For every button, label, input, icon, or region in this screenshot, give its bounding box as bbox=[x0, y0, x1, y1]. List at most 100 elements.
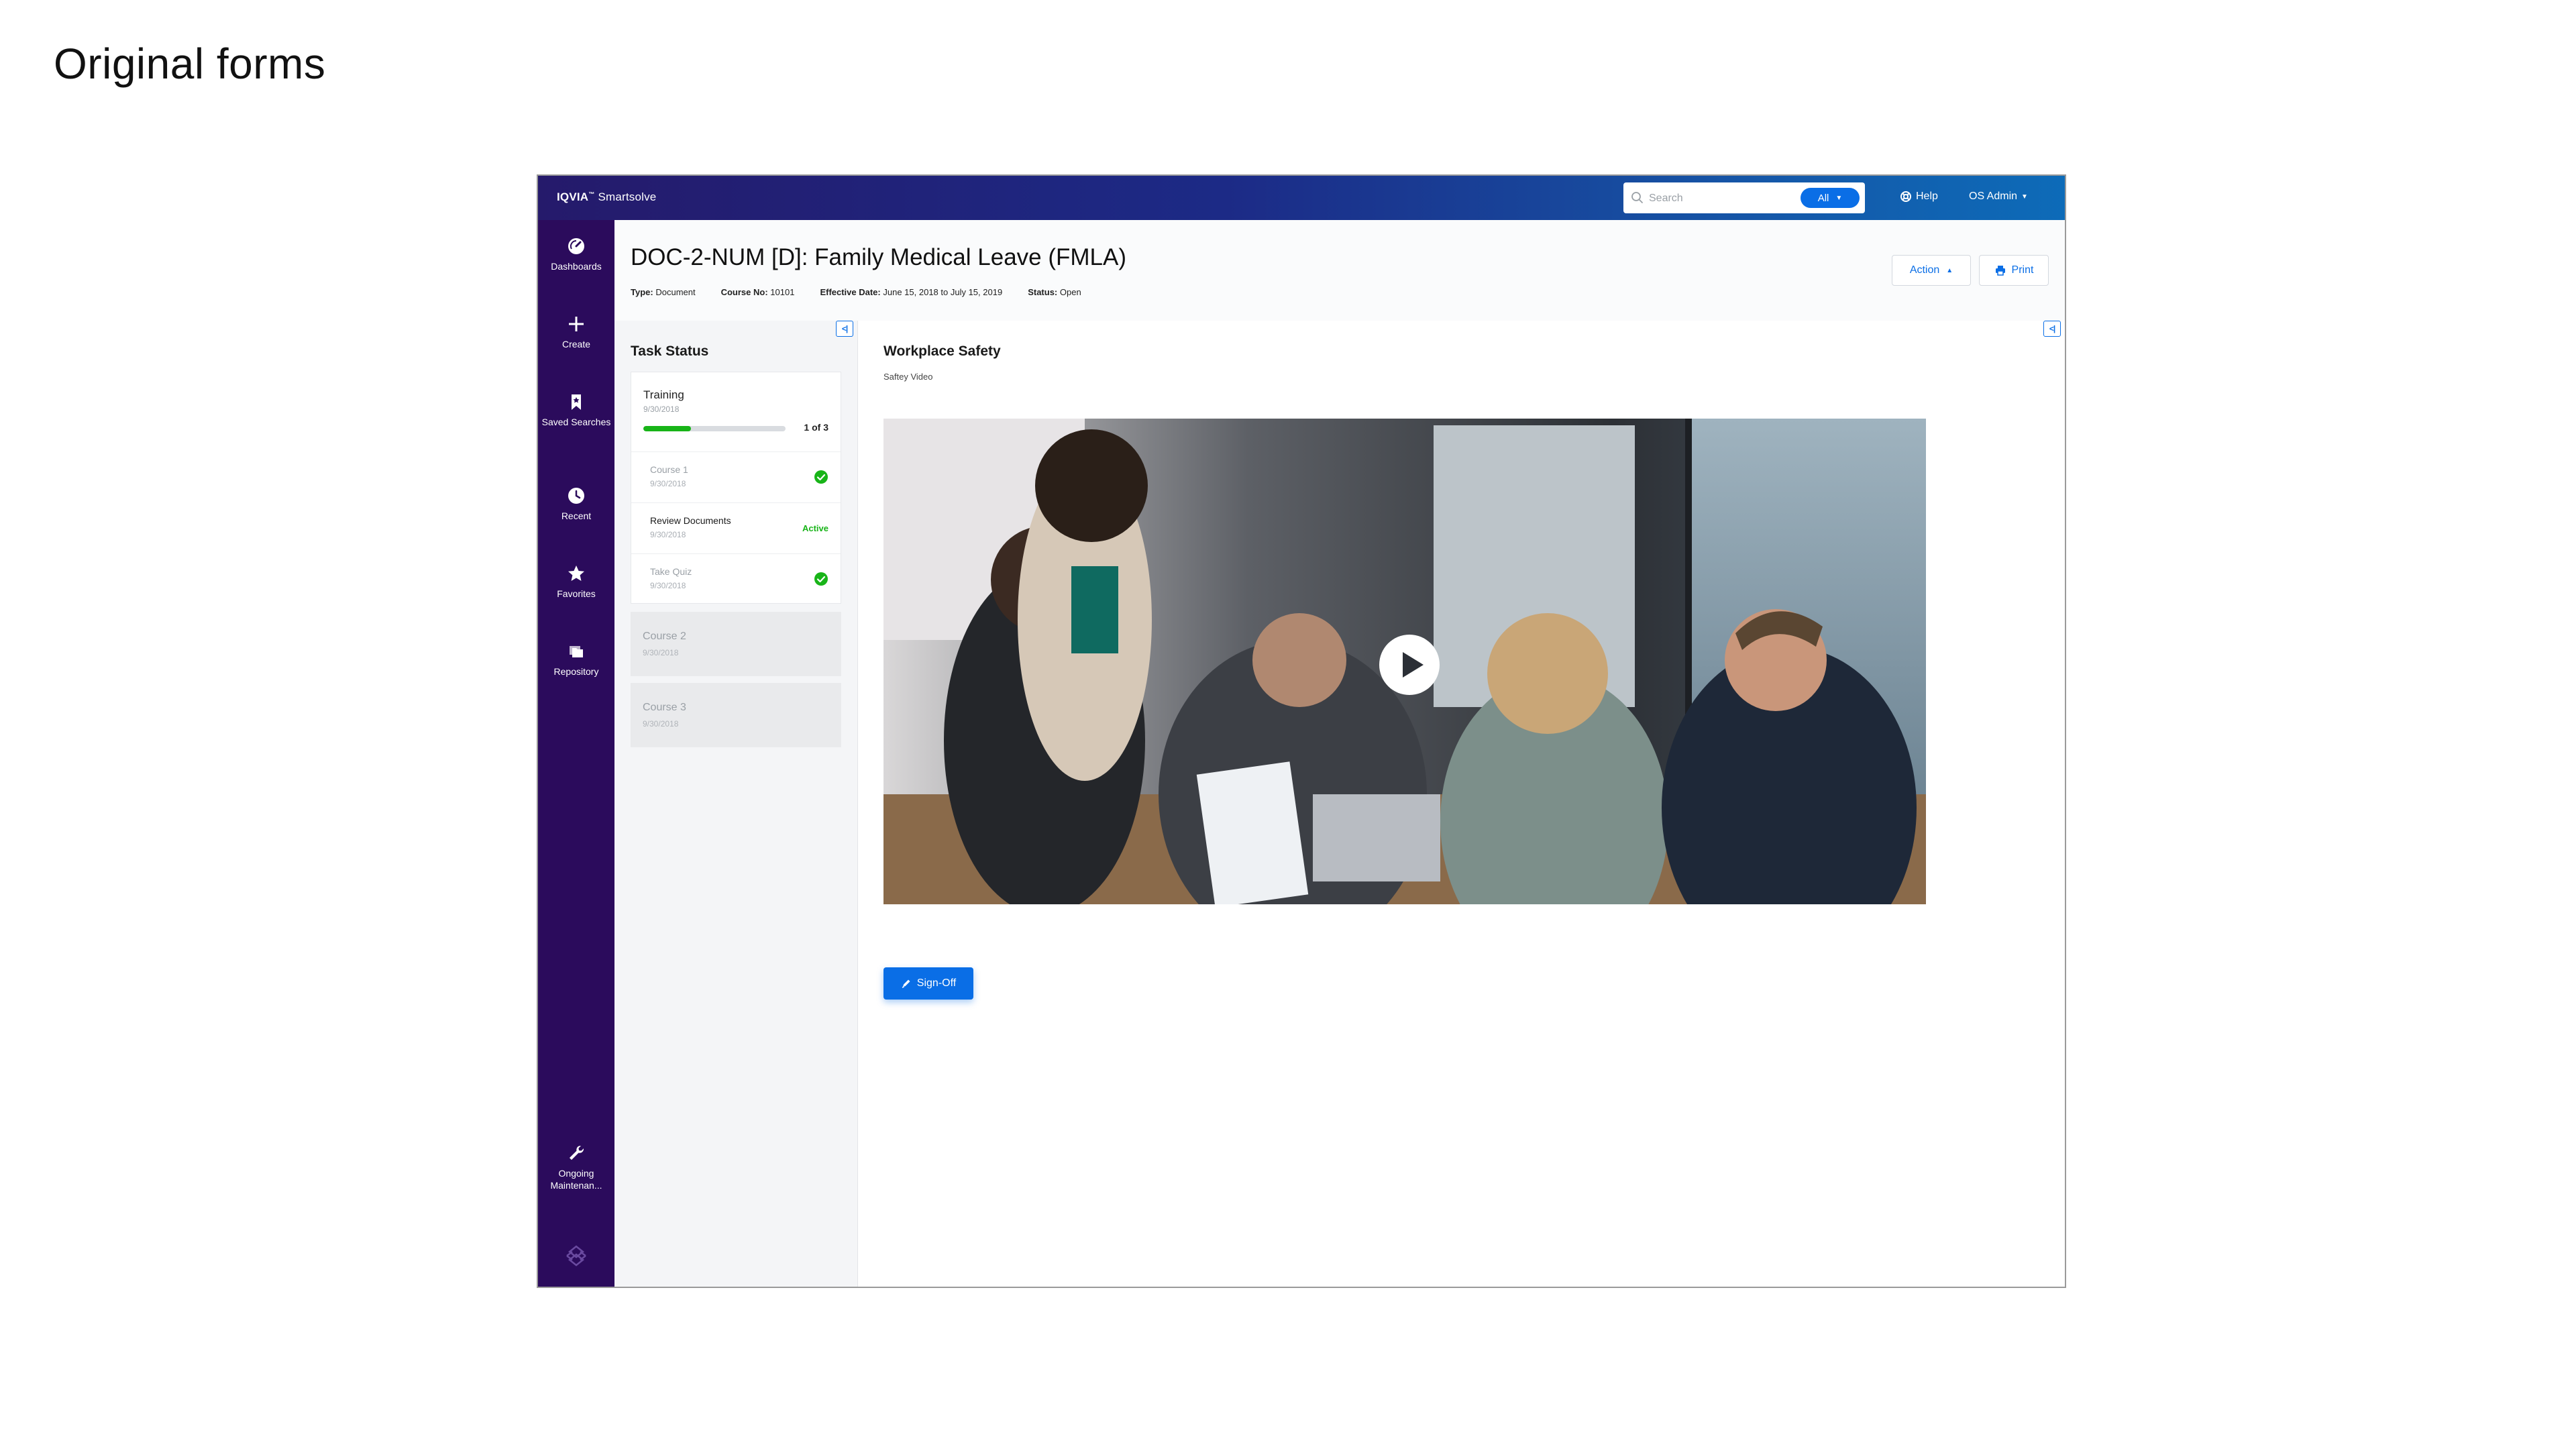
sidebar-item-saved-searches[interactable]: Saved Searches bbox=[538, 392, 614, 428]
sign-off-button[interactable]: Sign-Off bbox=[883, 967, 973, 1000]
collapse-icon: <| bbox=[841, 324, 848, 333]
training-date: 9/30/2018 bbox=[643, 405, 680, 414]
content-title: Workplace Safety bbox=[883, 343, 1001, 359]
collapse-left-panel-button[interactable]: <| bbox=[836, 321, 853, 337]
video-player[interactable] bbox=[883, 419, 1926, 904]
meta-key: Status: bbox=[1028, 287, 1058, 297]
progress-text: 1 of 3 bbox=[804, 422, 828, 433]
meta-status: Status: Open bbox=[1028, 287, 1081, 297]
collapse-right-panel-button[interactable]: <| bbox=[2043, 321, 2061, 337]
star-icon bbox=[568, 566, 584, 581]
pen-icon bbox=[902, 979, 910, 988]
help-link[interactable]: Help bbox=[1900, 191, 1938, 203]
training-card[interactable]: Training 9/30/2018 1 of 3 Course 1 9/30/… bbox=[631, 372, 841, 604]
subtask-date: 9/30/2018 bbox=[650, 530, 686, 539]
subtask-date: 9/30/2018 bbox=[650, 479, 686, 488]
sign-off-label: Sign-Off bbox=[916, 977, 957, 989]
meta-course-no: Course No: 10101 bbox=[721, 287, 795, 297]
sidebar-item-label: Repository bbox=[553, 666, 599, 677]
meta-key: Type: bbox=[631, 287, 653, 297]
subtask-review-documents[interactable]: Review Documents 9/30/2018 Active bbox=[631, 502, 841, 553]
search-input[interactable] bbox=[1648, 188, 1784, 209]
course-card-2[interactable]: Course 2 9/30/2018 bbox=[631, 612, 841, 676]
search-icon bbox=[1631, 192, 1643, 203]
document-meta: Type: Document Course No: 10101 Effectiv… bbox=[631, 287, 1081, 297]
brand-tm: ™ bbox=[588, 191, 595, 198]
printer-icon bbox=[1995, 266, 2005, 276]
check-circle-icon bbox=[814, 572, 828, 586]
check-circle-icon bbox=[814, 470, 828, 484]
sidebar-item-favorites[interactable]: Favorites bbox=[538, 564, 614, 600]
sidebar-item-label: Recent bbox=[561, 511, 592, 521]
caret-down-icon: ▼ bbox=[2021, 193, 2028, 201]
progress-fill bbox=[643, 426, 691, 431]
sidebar-item-label: Dashboards bbox=[551, 261, 602, 272]
sidebar-item-repository[interactable]: Repository bbox=[538, 641, 614, 678]
subtask-course-1[interactable]: Course 1 9/30/2018 bbox=[631, 451, 841, 502]
brand-product: Smartsolve bbox=[598, 191, 657, 203]
iqvia-mark-icon bbox=[566, 1245, 586, 1267]
app-window: IQVIA™ Smartsolve All ▼ Help bbox=[537, 174, 2066, 1288]
brand-name: IQVIA bbox=[557, 191, 589, 203]
top-bar: IQVIA™ Smartsolve All ▼ Help bbox=[538, 176, 2065, 220]
subtask-take-quiz[interactable]: Take Quiz 9/30/2018 bbox=[631, 553, 841, 604]
folders-icon bbox=[570, 646, 583, 657]
dashboard-icon bbox=[568, 238, 584, 254]
page-title: DOC-2-NUM [D]: Family Medical Leave (FML… bbox=[631, 244, 1126, 270]
document-header: DOC-2-NUM [D]: Family Medical Leave (FML… bbox=[614, 220, 2065, 321]
course-name: Course 3 bbox=[643, 702, 686, 713]
subtask-name: Course 1 bbox=[650, 464, 688, 475]
print-label: Print bbox=[2011, 264, 2034, 276]
action-button[interactable]: Action ▲ bbox=[1892, 255, 1971, 286]
sidebar: Dashboards Create Saved Searches Recent bbox=[538, 220, 614, 1287]
meta-effective-date: Effective Date: June 15, 2018 to July 15… bbox=[820, 287, 1002, 297]
sidebar-item-ongoing-maintenance[interactable]: Ongoing Maintenan... bbox=[538, 1143, 614, 1191]
meta-value: 10101 bbox=[770, 287, 795, 297]
task-status-heading: Task Status bbox=[631, 343, 709, 359]
course-date: 9/30/2018 bbox=[643, 648, 679, 657]
sidebar-item-label: Ongoing Maintenan... bbox=[550, 1168, 602, 1191]
sidebar-item-create[interactable]: Create bbox=[538, 314, 614, 350]
clock-icon bbox=[568, 488, 584, 504]
meta-value: Document bbox=[655, 287, 696, 297]
course-date: 9/30/2018 bbox=[643, 719, 679, 729]
meta-value: June 15, 2018 to July 15, 2019 bbox=[883, 287, 1003, 297]
training-title: Training bbox=[643, 388, 684, 401]
training-progress-bar bbox=[643, 426, 786, 431]
wrench-icon bbox=[570, 1145, 584, 1160]
user-name: OS Admin bbox=[1969, 191, 2018, 202]
play-icon[interactable] bbox=[1378, 633, 1441, 696]
sidebar-item-label: Create bbox=[561, 339, 591, 350]
slide-title: Original forms bbox=[54, 40, 326, 88]
bookmark-icon bbox=[572, 394, 581, 410]
brand-logo[interactable]: IQVIA™ Smartsolve bbox=[557, 191, 656, 204]
plus-icon bbox=[569, 317, 584, 331]
sidebar-item-dashboards[interactable]: Dashboards bbox=[538, 236, 614, 272]
course-card-3[interactable]: Course 3 9/30/2018 bbox=[631, 683, 841, 747]
task-status-panel: <| Task Status Training 9/30/2018 1 of 3… bbox=[614, 321, 858, 1287]
subtask-date: 9/30/2018 bbox=[650, 581, 686, 590]
status-badge: Active bbox=[802, 523, 828, 533]
caret-up-icon: ▲ bbox=[1946, 266, 1953, 274]
meta-key: Course No: bbox=[720, 287, 768, 297]
main-content: <| Workplace Safety Saftey Video Sign-Of… bbox=[858, 321, 2065, 1287]
sidebar-item-label: Saved Searches bbox=[541, 417, 611, 427]
meta-key: Effective Date: bbox=[820, 287, 881, 297]
subtask-name: Review Documents bbox=[650, 515, 731, 526]
search-scope-label: All bbox=[1817, 192, 1829, 204]
search-scope-dropdown[interactable]: All ▼ bbox=[1801, 188, 1860, 208]
sidebar-item-label: Favorites bbox=[557, 588, 596, 599]
print-button[interactable]: Print bbox=[1979, 255, 2049, 286]
meta-value: Open bbox=[1059, 287, 1081, 297]
subtask-name: Take Quiz bbox=[650, 566, 692, 577]
meta-type: Type: Document bbox=[631, 287, 696, 297]
help-label: Help bbox=[1916, 191, 1938, 202]
global-search: All ▼ bbox=[1623, 182, 1865, 213]
course-name: Course 2 bbox=[643, 631, 686, 642]
sidebar-item-recent[interactable]: Recent bbox=[538, 486, 614, 522]
content-subtitle: Saftey Video bbox=[883, 372, 933, 382]
caret-down-icon: ▼ bbox=[1835, 194, 1843, 202]
help-icon bbox=[1900, 191, 1911, 202]
user-menu[interactable]: OS Admin ▼ bbox=[1969, 191, 2028, 203]
collapse-icon: <| bbox=[2049, 324, 2055, 333]
